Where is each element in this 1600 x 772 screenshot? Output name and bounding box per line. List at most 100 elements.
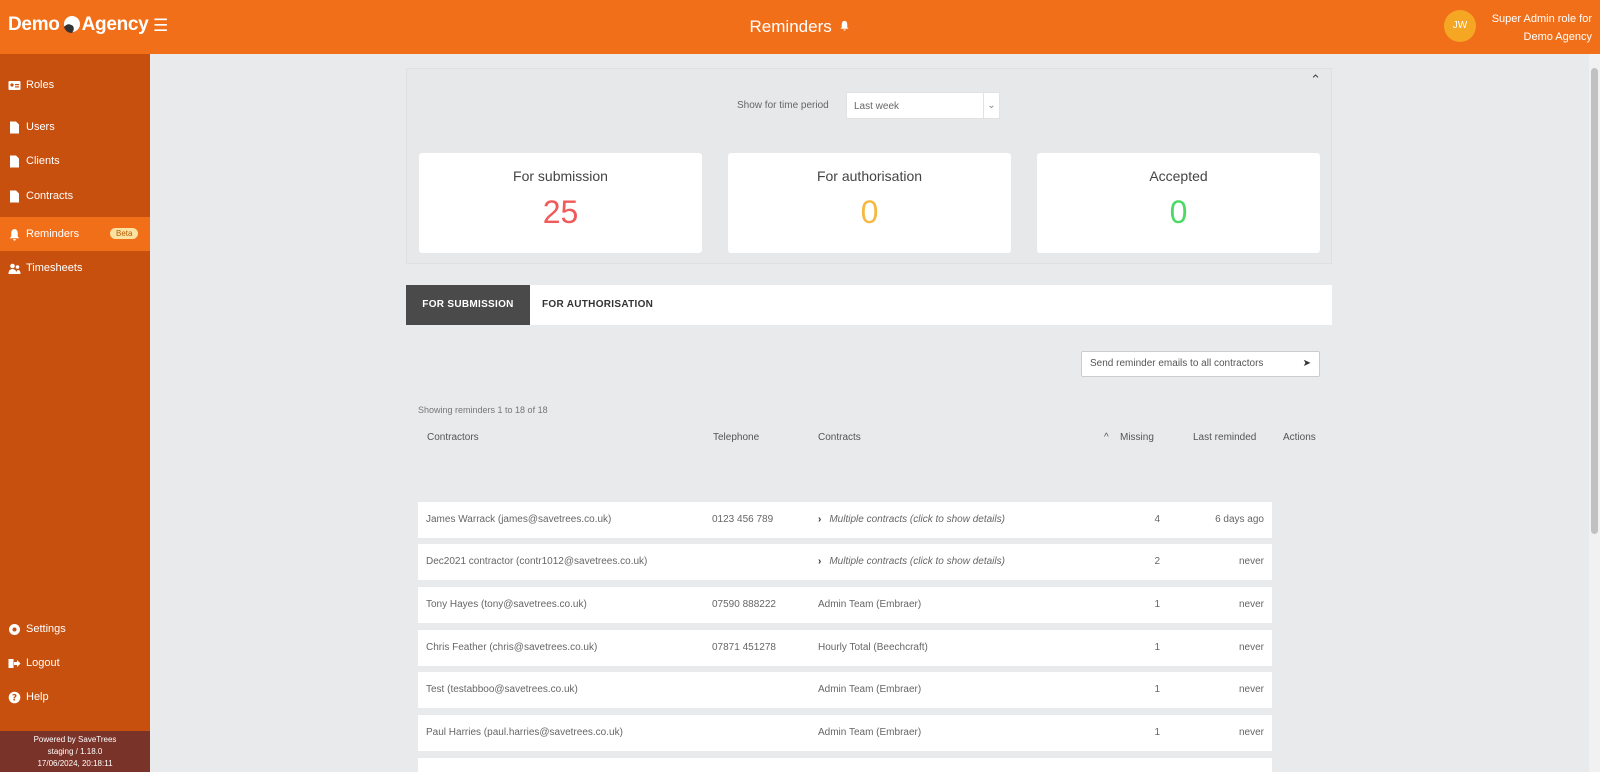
paper-plane-icon: ➤ [1302, 358, 1311, 369]
contractor-cell: Paul Harries (paul.harries@savetrees.co.… [426, 727, 623, 738]
missing-cell: 1 [1154, 727, 1160, 738]
showing-count: Showing reminders 1 to 18 of 18 [418, 405, 548, 415]
scrollbar-thumb[interactable] [1591, 68, 1598, 534]
chevron-down-icon: ⌄ [983, 93, 999, 118]
table-row-partial[interactable] [418, 758, 1272, 772]
sidebar-item-label: Roles [26, 79, 55, 91]
telephone-cell: 07590 888222 [712, 599, 776, 610]
send-reminders-button[interactable]: Send reminder emails to all contractors … [1081, 351, 1320, 377]
last-reminded-cell: never [1238, 556, 1264, 567]
contracts-cell[interactable]: › Multiple contracts (click to show detai… [818, 556, 1005, 567]
beta-badge: Beta [110, 228, 139, 239]
id-card-icon [8, 80, 21, 90]
table-row[interactable]: Test (testabboo@savetrees.co.uk) Admin T… [418, 672, 1272, 708]
sidebar-item-roles[interactable]: Roles [0, 68, 150, 102]
sidebar-item-label: Contracts [26, 190, 74, 202]
powered-line-3: 17/06/2024, 20:18:11 [37, 759, 113, 768]
sidebar-item-reminders[interactable]: Reminders Beta [0, 217, 150, 251]
user-role[interactable]: Super Admin role for Demo Agency [1462, 10, 1592, 46]
contractor-cell: Chris Feather (chris@savetrees.co.uk) [426, 642, 598, 653]
sidebar-item-label: Users [26, 121, 55, 133]
document-icon [10, 190, 19, 202]
for-submission-card[interactable]: For submission 25 [419, 153, 702, 253]
card-count: 0 [860, 194, 879, 230]
bell-icon [9, 228, 20, 241]
chevron-right-icon: › [818, 556, 822, 567]
contracts-cell: Admin Team (Embraer) [818, 599, 922, 610]
send-reminders-label: Send reminder emails to all contractors [1090, 358, 1264, 369]
header-missing[interactable]: Missing [1120, 432, 1154, 443]
sidebar-item-timesheets[interactable]: Timesheets [0, 251, 150, 285]
period-select-value: Last week [854, 101, 900, 112]
tab-for-submission[interactable]: FOR SUBMISSION [406, 285, 530, 325]
contractor-cell: James Warrack (james@savetrees.co.uk) [426, 514, 612, 525]
card-label: For authorisation [816, 168, 923, 184]
summary-panel: ⌃ Show for time period Last week ⌄ For s… [406, 68, 1332, 264]
contractor-cell: Tony Hayes (tony@savetrees.co.uk) [426, 599, 587, 610]
last-reminded-cell: never [1238, 684, 1264, 695]
sidebar-item-label: Help [26, 691, 49, 703]
telephone-cell: 0123 456 789 [712, 514, 774, 525]
table-row[interactable]: Tony Hayes (tony@savetrees.co.uk) 07590 … [418, 587, 1272, 623]
users-icon [8, 263, 21, 274]
help-icon: ? [8, 691, 21, 703]
sidebar-item-settings[interactable]: Settings [0, 612, 150, 646]
sidebar-item-label: Reminders [26, 228, 80, 240]
powered-by-footer: Powered by SaveTrees staging / 1.18.0 17… [0, 731, 150, 772]
sidebar-item-users[interactable]: Users [0, 110, 150, 144]
sidebar-item-clients[interactable]: Clients [0, 144, 150, 178]
contracts-text: Multiple contracts (click to show detail… [829, 556, 1005, 567]
sidebar-item-label: Clients [26, 155, 60, 167]
header-actions: Actions [1283, 432, 1316, 443]
for-authorisation-card[interactable]: For authorisation 0 [728, 153, 1011, 253]
document-icon [10, 121, 19, 133]
logout-icon [8, 658, 21, 668]
brand-text-part2: Agency [81, 14, 149, 35]
menu-toggle-icon[interactable]: ☰ [153, 16, 168, 36]
card-count: 25 [542, 194, 579, 230]
tab-for-authorisation[interactable]: FOR AUTHORISATION [542, 285, 653, 325]
contracts-text: Multiple contracts (click to show detail… [829, 514, 1005, 525]
table-row[interactable]: Chris Feather (chris@savetrees.co.uk) 07… [418, 630, 1272, 666]
sidebar-item-logout[interactable]: Logout [0, 646, 150, 680]
accepted-card[interactable]: Accepted 0 [1037, 153, 1320, 253]
top-bar: Demo Agency ☰ Reminders JW Super Admin r… [0, 0, 1600, 54]
contracts-cell: Hourly Total (Beechcraft) [818, 642, 928, 653]
sidebar: Roles Users Clients Contracts Reminders … [0, 54, 150, 772]
missing-cell: 1 [1154, 642, 1160, 653]
header-contractors[interactable]: Contractors [427, 432, 479, 443]
role-line-2: Demo Agency [1523, 31, 1592, 43]
last-reminded-cell: never [1238, 727, 1264, 738]
page-scrollbar[interactable] [1589, 54, 1600, 772]
document-icon [10, 155, 19, 167]
table-row[interactable]: Dec2021 contractor (contr1012@savetrees.… [418, 544, 1272, 580]
sort-ascending-icon[interactable]: ^ [1104, 432, 1109, 443]
header-last-reminded[interactable]: Last reminded [1193, 432, 1256, 443]
chevron-up-icon[interactable]: ⌃ [1310, 72, 1321, 88]
contracts-cell: Admin Team (Embraer) [818, 727, 922, 738]
header-telephone[interactable]: Telephone [713, 432, 759, 443]
sidebar-item-label: Logout [26, 657, 60, 669]
missing-cell: 1 [1154, 684, 1160, 695]
table-row[interactable]: Paul Harries (paul.harries@savetrees.co.… [418, 715, 1272, 751]
card-label: For submission [513, 168, 608, 184]
contracts-cell: Admin Team (Embraer) [818, 684, 922, 695]
role-line-1: Super Admin role for [1491, 13, 1592, 25]
sidebar-item-help[interactable]: ? Help [0, 680, 150, 714]
page-title: Reminders [0, 17, 1600, 37]
svg-text:?: ? [12, 693, 17, 703]
period-select[interactable]: Last week ⌄ [846, 92, 1000, 119]
contractor-cell: Test (testabboo@savetrees.co.uk) [426, 684, 578, 695]
sidebar-item-contracts[interactable]: Contracts [0, 179, 150, 213]
sidebar-item-label: Settings [26, 623, 66, 635]
missing-cell: 1 [1154, 599, 1160, 610]
table-row[interactable]: James Warrack (james@savetrees.co.uk) 01… [418, 502, 1272, 538]
tab-bar: FOR SUBMISSION FOR AUTHORISATION [406, 285, 1332, 325]
brand-logo[interactable]: Demo Agency [8, 14, 149, 36]
last-reminded-cell: 6 days ago [1215, 514, 1264, 525]
tree-icon [63, 16, 80, 33]
header-contracts[interactable]: Contracts [818, 432, 861, 443]
brand-text-part1: Demo [8, 14, 60, 35]
contracts-cell[interactable]: › Multiple contracts (click to show detai… [818, 514, 1005, 525]
page-title-text: Reminders [749, 17, 832, 36]
